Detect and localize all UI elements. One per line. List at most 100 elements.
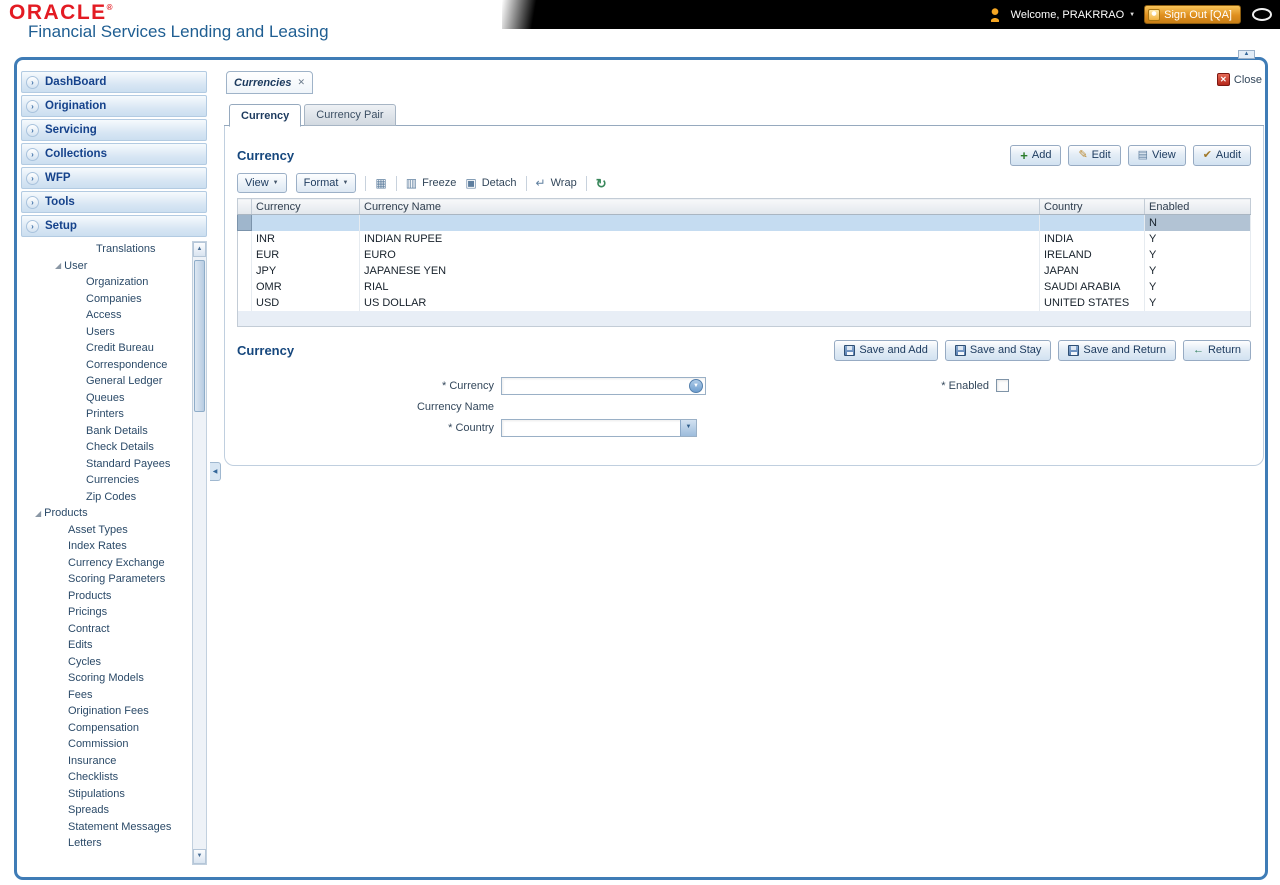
tree-item-commission[interactable]: Commission bbox=[21, 736, 190, 753]
dropdown-arrow-icon[interactable]: ▼ bbox=[680, 419, 696, 436]
scroll-up-button[interactable]: ▲ bbox=[193, 242, 206, 257]
button-label: Save and Return bbox=[1083, 344, 1166, 356]
tree-node-user[interactable]: ◢ User bbox=[21, 258, 190, 275]
column-header-currency[interactable]: Currency bbox=[251, 198, 360, 215]
cell-currency: EUR bbox=[251, 246, 360, 263]
wrap-button[interactable]: ↵ Wrap bbox=[536, 177, 577, 189]
tree-item-stipulations[interactable]: Stipulations bbox=[21, 786, 190, 803]
tree-node-products[interactable]: ◢ Products bbox=[21, 505, 190, 522]
tree-item-bank-details[interactable]: Bank Details bbox=[21, 423, 190, 440]
column-header-enabled[interactable]: Enabled bbox=[1144, 198, 1251, 215]
tree-item-statement-messages[interactable]: Statement Messages bbox=[21, 819, 190, 836]
tab-currencies[interactable]: Currencies ✕ bbox=[226, 71, 314, 94]
save-and-stay-button[interactable]: Save and Stay bbox=[944, 339, 1052, 361]
user-menu[interactable]: Welcome, PRAKRRAO ▼ bbox=[1011, 9, 1135, 21]
chevron-right-icon: › bbox=[26, 195, 39, 209]
scroll-down-button[interactable]: ▼ bbox=[193, 849, 206, 864]
tree-item-companies[interactable]: Companies bbox=[21, 291, 190, 308]
sidebar-nav: › DashBoard › Origination › Servicing › Collect… bbox=[21, 71, 207, 237]
tree-item-checklists[interactable]: Checklists bbox=[21, 769, 190, 786]
tree-item-correspondence[interactable]: Correspondence bbox=[21, 357, 190, 374]
sidebar-item-wfp[interactable]: › WFP bbox=[21, 167, 207, 189]
subtab-currency-pair[interactable]: Currency Pair bbox=[304, 104, 396, 126]
tree-item-contract[interactable]: Contract bbox=[21, 621, 190, 638]
tree-item-currency-exchange[interactable]: Currency Exchange bbox=[21, 555, 190, 572]
button-label: Save and Stay bbox=[969, 344, 1042, 356]
tree-item-label: Correspondence bbox=[86, 358, 168, 371]
cell-country: JAPAN bbox=[1039, 262, 1145, 279]
tree-item-origination-fees[interactable]: Origination Fees bbox=[21, 703, 190, 720]
table-row[interactable]: N bbox=[237, 214, 1251, 231]
tree-item-check-details[interactable]: Check Details bbox=[21, 439, 190, 456]
expand-icon[interactable]: ◢ bbox=[35, 509, 41, 518]
table-row[interactable]: EUR EURO IRELAND Y bbox=[237, 246, 1251, 263]
tree-item-asset-types[interactable]: Asset Types bbox=[21, 522, 190, 539]
tree-item-credit-bureau[interactable]: Credit Bureau bbox=[21, 340, 190, 357]
save-and-return-button[interactable]: Save and Return bbox=[1058, 339, 1176, 361]
sidebar-collapse-button[interactable]: ◀ bbox=[210, 462, 221, 481]
tree-item-compensation[interactable]: Compensation bbox=[21, 720, 190, 737]
return-button[interactable]: ← Return bbox=[1182, 339, 1251, 361]
collapse-header-button[interactable]: ▲ bbox=[1238, 50, 1255, 59]
tree-item-label: Bank Details bbox=[86, 424, 148, 437]
tree-item-standard-payees[interactable]: Standard Payees bbox=[21, 456, 190, 473]
tree-item-printers[interactable]: Printers bbox=[21, 406, 190, 423]
sidebar-item-servicing[interactable]: › Servicing bbox=[21, 119, 207, 141]
dropdown-arrow-icon[interactable]: ▼ bbox=[689, 378, 703, 393]
sidebar-item-setup[interactable]: › Setup bbox=[21, 215, 207, 237]
table-row[interactable]: USD US DOLLAR UNITED STATES Y bbox=[237, 294, 1251, 311]
expand-icon[interactable]: ◢ bbox=[55, 261, 61, 270]
tree-item-scoring-parameters[interactable]: Scoring Parameters bbox=[21, 571, 190, 588]
table-row[interactable]: INR INDIAN RUPEE INDIA Y bbox=[237, 230, 1251, 247]
scrollbar-thumb[interactable] bbox=[194, 260, 205, 412]
subtab-currency[interactable]: Currency bbox=[229, 104, 302, 127]
tree-item-index-rates[interactable]: Index Rates bbox=[21, 538, 190, 555]
format-menu-button[interactable]: Format ▼ bbox=[295, 173, 357, 193]
view-menu-button[interactable]: View ▼ bbox=[237, 173, 287, 193]
table-row[interactable]: OMR RIAL SAUDI ARABIA Y bbox=[237, 278, 1251, 295]
sign-out-button[interactable]: Sign Out [QA] bbox=[1144, 5, 1241, 24]
refresh-button[interactable]: ↻ bbox=[596, 177, 607, 190]
cell-currency-name bbox=[359, 214, 1040, 231]
export-button[interactable]: ▦ bbox=[375, 177, 386, 189]
tree-item-insurance[interactable]: Insurance bbox=[21, 753, 190, 770]
table-row[interactable]: JPY JAPANESE YEN JAPAN Y bbox=[237, 262, 1251, 279]
detach-button[interactable]: ▣ Detach bbox=[465, 177, 516, 189]
tree-item-cycles[interactable]: Cycles bbox=[21, 654, 190, 671]
tree-item-translations[interactable]: Translations bbox=[21, 241, 190, 258]
tree-item-access[interactable]: Access bbox=[21, 307, 190, 324]
tree-item-zip-codes[interactable]: Zip Codes bbox=[21, 489, 190, 506]
enabled-checkbox[interactable] bbox=[996, 379, 1009, 392]
tree-item-fees[interactable]: Fees bbox=[21, 687, 190, 704]
sidebar-item-collections[interactable]: › Collections bbox=[21, 143, 207, 165]
audit-button[interactable]: ✔ Audit bbox=[1192, 144, 1251, 166]
toolbar-separator bbox=[525, 175, 527, 191]
add-button[interactable]: + Add bbox=[1010, 144, 1062, 166]
tree-item-products[interactable]: Products bbox=[21, 588, 190, 605]
tree-item-spreads[interactable]: Spreads bbox=[21, 802, 190, 819]
tab-close-icon[interactable]: ✕ bbox=[297, 77, 305, 88]
tree-item-edits[interactable]: Edits bbox=[21, 637, 190, 654]
view-button[interactable]: ▤ View bbox=[1127, 144, 1186, 166]
tree-item-pricings[interactable]: Pricings bbox=[21, 604, 190, 621]
save-and-add-button[interactable]: Save and Add bbox=[834, 339, 938, 361]
tree-item-general-ledger[interactable]: General Ledger bbox=[21, 373, 190, 390]
tree-item-letters[interactable]: Letters bbox=[21, 835, 190, 852]
tree-item-queues[interactable]: Queues bbox=[21, 390, 190, 407]
edit-button[interactable]: ✎ Edit bbox=[1068, 144, 1121, 166]
tree-item-label: Products bbox=[44, 507, 88, 520]
close-button[interactable]: ✕ Close bbox=[1216, 73, 1262, 86]
country-select[interactable]: ▼ bbox=[501, 418, 697, 437]
tree-scrollbar: ▲ ▼ bbox=[192, 241, 207, 865]
tree-item-users[interactable]: Users bbox=[21, 324, 190, 341]
currency-combobox[interactable]: ▼ bbox=[501, 376, 706, 395]
tree-item-currencies[interactable]: Currencies bbox=[21, 472, 190, 489]
sidebar-item-dashboard[interactable]: › DashBoard bbox=[21, 71, 207, 93]
column-header-country[interactable]: Country bbox=[1039, 198, 1145, 215]
freeze-button[interactable]: ▥ Freeze bbox=[406, 177, 457, 189]
tree-item-organization[interactable]: Organization bbox=[21, 274, 190, 291]
tree-item-scoring-models[interactable]: Scoring Models bbox=[21, 670, 190, 687]
sidebar-item-origination[interactable]: › Origination bbox=[21, 95, 207, 117]
column-header-currency-name[interactable]: Currency Name bbox=[359, 198, 1040, 215]
sidebar-item-tools[interactable]: › Tools bbox=[21, 191, 207, 213]
